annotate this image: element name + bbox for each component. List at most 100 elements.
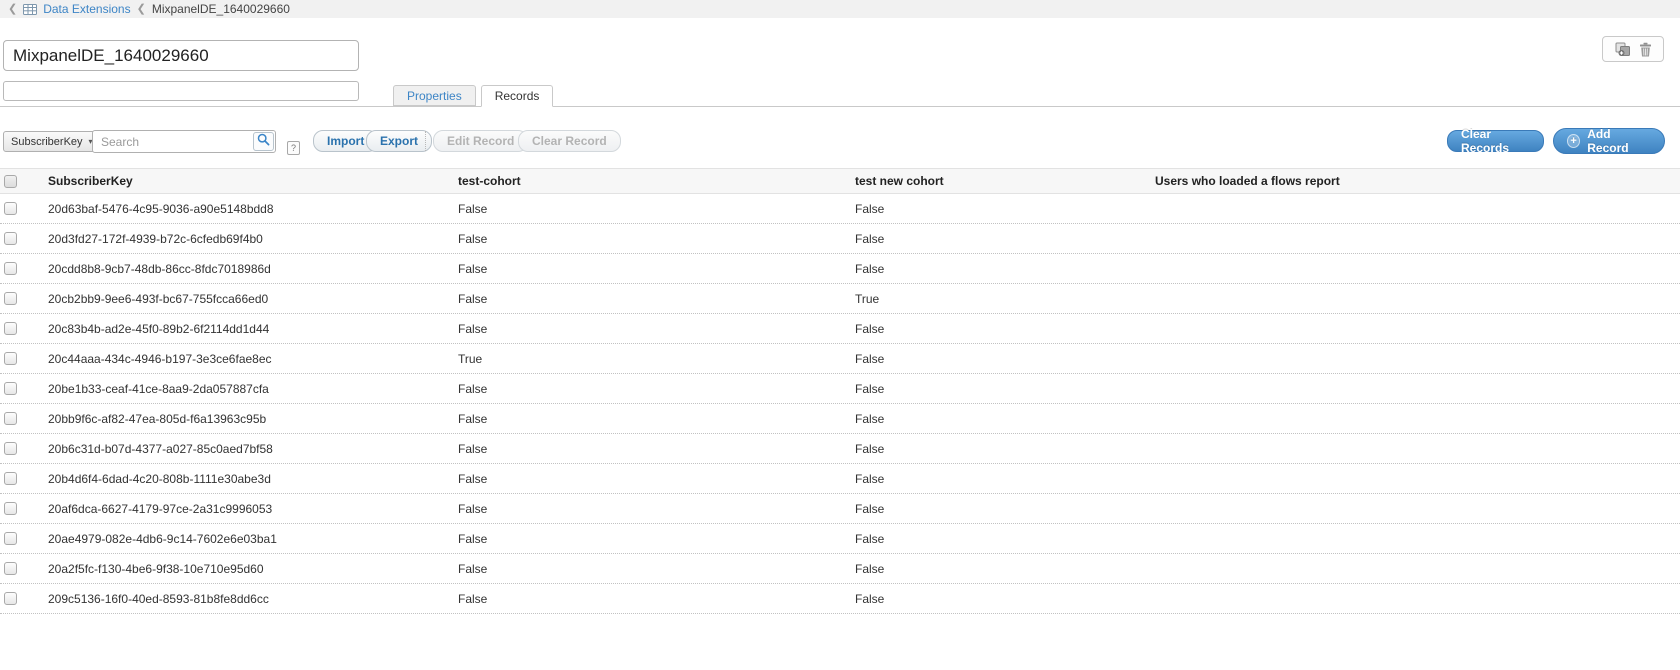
cell-subscriberkey: 20b6c31d-b07d-4377-a027-85c0aed7bf58	[48, 442, 458, 456]
breadcrumb-separator-chevron: ❮	[137, 4, 146, 15]
trash-icon[interactable]	[1639, 42, 1652, 57]
cell-test-cohort: False	[458, 592, 855, 606]
cell-test-new-cohort: False	[855, 502, 1155, 516]
clear-record-button[interactable]: Clear Record	[518, 130, 621, 152]
column-header-flows-report[interactable]: Users who loaded a flows report	[1155, 174, 1680, 188]
cell-test-new-cohort: False	[855, 412, 1155, 426]
cell-subscriberkey: 20be1b33-ceaf-41ce-8aa9-2da057887cfa	[48, 382, 458, 396]
cell-subscriberkey: 209c5136-16f0-40ed-8593-81b8fe8dd6cc	[48, 592, 458, 606]
table-row[interactable]: 20d3fd27-172f-4939-b72c-6cfedb69f4b0 Fal…	[0, 224, 1680, 254]
cell-test-cohort: False	[458, 262, 855, 276]
row-checkbox[interactable]	[4, 562, 17, 575]
row-checkbox[interactable]	[4, 532, 17, 545]
cell-subscriberkey: 20d63baf-5476-4c95-9036-a90e5148bdd8	[48, 202, 458, 216]
row-checkbox[interactable]	[4, 382, 17, 395]
cell-subscriberkey: 20bb9f6c-af82-47ea-805d-f6a13963c95b	[48, 412, 458, 426]
search-field-dropdown-value: SubscriberKey	[11, 136, 83, 148]
row-checkbox[interactable]	[4, 292, 17, 305]
select-all-checkbox[interactable]	[4, 175, 17, 188]
row-checkbox[interactable]	[4, 442, 17, 455]
table-row[interactable]: 20af6dca-6627-4179-97ce-2a31c9996053 Fal…	[0, 494, 1680, 524]
cell-test-cohort: False	[458, 292, 855, 306]
edit-record-button[interactable]: Edit Record	[433, 130, 528, 152]
column-header-subscriberkey[interactable]: SubscriberKey	[48, 174, 458, 188]
cell-test-new-cohort: False	[855, 382, 1155, 396]
cell-subscriberkey: 20c44aaa-434c-4946-b197-3e3ce6fae8ec	[48, 352, 458, 366]
help-icon[interactable]: ?	[287, 141, 300, 155]
cell-subscriberkey: 20cdd8b8-9cb7-48db-86cc-8fdc7018986d	[48, 262, 458, 276]
breadcrumb-data-extensions-link[interactable]: Data Extensions	[43, 2, 130, 16]
row-checkbox[interactable]	[4, 262, 17, 275]
cell-test-new-cohort: False	[855, 592, 1155, 606]
search-input[interactable]	[92, 130, 276, 153]
table-row[interactable]: 20d63baf-5476-4c95-9036-a90e5148bdd8 Fal…	[0, 194, 1680, 224]
table-header-row: SubscriberKey test-cohort test new cohor…	[0, 168, 1680, 194]
data-extension-grid-icon	[23, 4, 37, 15]
cell-test-cohort: True	[458, 352, 855, 366]
cell-test-cohort: False	[458, 232, 855, 246]
row-checkbox[interactable]	[4, 502, 17, 515]
cell-test-cohort: False	[458, 442, 855, 456]
row-checkbox[interactable]	[4, 472, 17, 485]
table-row[interactable]: 20a2f5fc-f130-4be6-9f38-10e710e95d60 Fal…	[0, 554, 1680, 584]
table-row[interactable]: 20be1b33-ceaf-41ce-8aa9-2da057887cfa Fal…	[0, 374, 1680, 404]
cell-test-new-cohort: False	[855, 442, 1155, 456]
breadcrumb: ❮ Data Extensions ❮ MixpanelDE_164002966…	[0, 0, 1680, 18]
de-name-input[interactable]	[3, 40, 359, 71]
cell-test-cohort: False	[458, 472, 855, 486]
table-row[interactable]: 20ae4979-082e-4db6-9c14-7602e6e03ba1 Fal…	[0, 524, 1680, 554]
cell-test-new-cohort: False	[855, 232, 1155, 246]
cell-test-new-cohort: False	[855, 322, 1155, 336]
cell-test-new-cohort: False	[855, 352, 1155, 366]
cell-subscriberkey: 20af6dca-6627-4179-97ce-2a31c9996053	[48, 502, 458, 516]
cell-test-cohort: False	[458, 532, 855, 546]
tab-records[interactable]: Records	[481, 85, 554, 107]
toolbar-divider	[425, 131, 426, 151]
cell-test-new-cohort: False	[855, 202, 1155, 216]
cell-test-new-cohort: False	[855, 562, 1155, 576]
cell-test-cohort: False	[458, 562, 855, 576]
cell-test-new-cohort: False	[855, 532, 1155, 546]
copy-icon[interactable]	[1615, 42, 1631, 57]
cell-test-cohort: False	[458, 202, 855, 216]
back-chevron-icon[interactable]: ❮	[8, 4, 17, 15]
table-row[interactable]: 20cb2bb9-9ee6-493f-bc67-755fcca66ed0 Fal…	[0, 284, 1680, 314]
table-row[interactable]: 20c83b4b-ad2e-45f0-89b2-6f2114dd1d44 Fal…	[0, 314, 1680, 344]
breadcrumb-current-item: MixpanelDE_1640029660	[152, 2, 290, 16]
table-row[interactable]: 209c5136-16f0-40ed-8593-81b8fe8dd6cc Fal…	[0, 584, 1680, 614]
table-row[interactable]: 20cdd8b8-9cb7-48db-86cc-8fdc7018986d Fal…	[0, 254, 1680, 284]
table-row[interactable]: 20b6c31d-b07d-4377-a027-85c0aed7bf58 Fal…	[0, 434, 1680, 464]
search-button[interactable]	[253, 132, 274, 151]
row-checkbox[interactable]	[4, 592, 17, 605]
export-button[interactable]: Export	[366, 130, 432, 152]
table-row[interactable]: 20b4d6f4-6dad-4c20-808b-1111e30abe3d Fal…	[0, 464, 1680, 494]
cell-test-cohort: False	[458, 382, 855, 396]
row-checkbox[interactable]	[4, 352, 17, 365]
add-record-label: Add Record	[1587, 127, 1651, 155]
search-icon	[257, 133, 270, 151]
tab-strip: Properties Records	[0, 86, 1680, 107]
cell-test-cohort: False	[458, 502, 855, 516]
row-checkbox[interactable]	[4, 322, 17, 335]
add-record-button[interactable]: + Add Record	[1553, 128, 1665, 154]
search-box	[92, 130, 276, 153]
cell-test-new-cohort: True	[855, 292, 1155, 306]
de-action-buttons[interactable]	[1602, 36, 1664, 62]
row-checkbox[interactable]	[4, 232, 17, 245]
search-field-dropdown[interactable]: SubscriberKey ▾	[3, 131, 101, 152]
cell-subscriberkey: 20b4d6f4-6dad-4c20-808b-1111e30abe3d	[48, 472, 458, 486]
cell-test-new-cohort: False	[855, 262, 1155, 276]
cell-test-cohort: False	[458, 412, 855, 426]
row-checkbox[interactable]	[4, 412, 17, 425]
table-row[interactable]: 20bb9f6c-af82-47ea-805d-f6a13963c95b Fal…	[0, 404, 1680, 434]
cell-subscriberkey: 20d3fd27-172f-4939-b72c-6cfedb69f4b0	[48, 232, 458, 246]
cell-test-cohort: False	[458, 322, 855, 336]
column-header-test-new-cohort[interactable]: test new cohort	[855, 174, 1155, 188]
table-row[interactable]: 20c44aaa-434c-4946-b197-3e3ce6fae8ec Tru…	[0, 344, 1680, 374]
plus-icon: +	[1567, 134, 1580, 148]
row-checkbox[interactable]	[4, 202, 17, 215]
column-header-test-cohort[interactable]: test-cohort	[458, 174, 855, 188]
cell-subscriberkey: 20cb2bb9-9ee6-493f-bc67-755fcca66ed0	[48, 292, 458, 306]
tab-properties[interactable]: Properties	[393, 85, 476, 106]
clear-records-button[interactable]: Clear Records	[1447, 130, 1544, 152]
